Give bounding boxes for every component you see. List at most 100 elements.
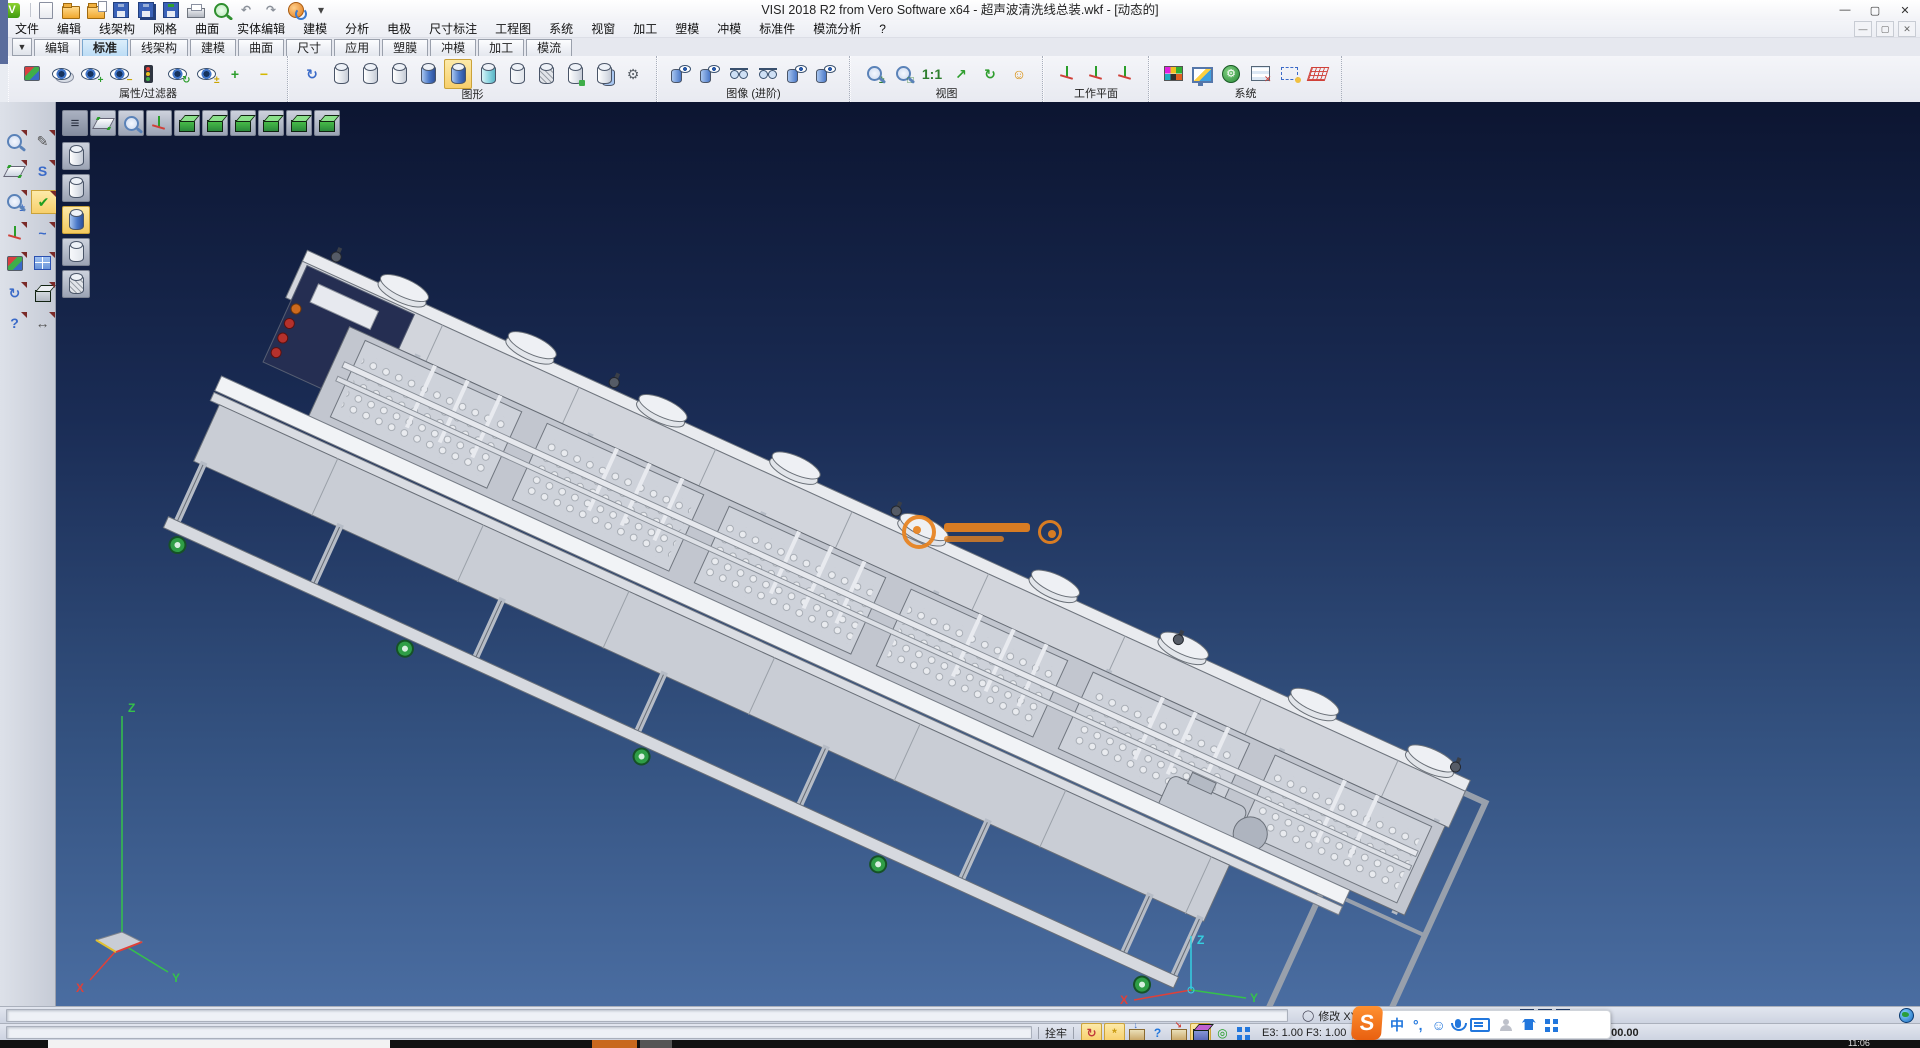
regenerate-display-icon[interactable]: ↻ bbox=[299, 60, 325, 88]
menu-item-die[interactable]: 冲模 bbox=[708, 20, 750, 38]
tab-flow[interactable]: 模流 bbox=[526, 39, 572, 56]
ghost-display-icon[interactable] bbox=[504, 60, 530, 88]
invert-visibility-icon[interactable]: ± bbox=[193, 60, 219, 88]
select-tool[interactable] bbox=[3, 130, 27, 152]
ime-skin-icon[interactable] bbox=[1522, 1019, 1536, 1030]
print-button[interactable] bbox=[186, 1, 206, 19]
fit-view-button[interactable] bbox=[90, 110, 116, 136]
history-button[interactable] bbox=[286, 1, 306, 19]
pan-view-icon[interactable]: ↗ bbox=[948, 60, 974, 88]
maximize-button[interactable]: ▢ bbox=[1860, 0, 1890, 20]
advanced-glasses-icon[interactable] bbox=[726, 60, 752, 88]
menu-item-mesh[interactable]: 网格 bbox=[144, 20, 186, 38]
menu-item-standard-parts[interactable]: 标准件 bbox=[750, 20, 804, 38]
tab-edit[interactable]: 编辑 bbox=[34, 39, 80, 56]
filter-traffic-light-icon[interactable] bbox=[135, 60, 161, 88]
help-tool[interactable]: ? bbox=[3, 312, 27, 334]
menu-item-analysis[interactable]: 分析 bbox=[336, 20, 378, 38]
ime-person-icon[interactable] bbox=[1499, 1019, 1513, 1031]
menu-item-window[interactable]: 视窗 bbox=[582, 20, 624, 38]
zoom-tool[interactable]: ± bbox=[3, 190, 27, 212]
multi-solid-display-icon[interactable] bbox=[591, 60, 617, 88]
taskbar-window-segment[interactable] bbox=[48, 1040, 390, 1048]
display-hidden-button[interactable] bbox=[62, 174, 90, 202]
system-tools-icon[interactable] bbox=[1218, 60, 1244, 88]
import-file-button[interactable] bbox=[86, 1, 106, 19]
curve-edit-tool[interactable]: ~ bbox=[31, 222, 55, 244]
spline-tool[interactable]: S bbox=[31, 160, 55, 182]
menu-item-dimension[interactable]: 尺寸标注 bbox=[420, 20, 486, 38]
display-wireframe-button[interactable] bbox=[62, 142, 90, 170]
grid-settings-icon[interactable] bbox=[1305, 60, 1331, 88]
undo-button[interactable]: ↶ bbox=[236, 1, 256, 19]
show-selected-icon[interactable]: + bbox=[77, 60, 103, 88]
open-file-button[interactable] bbox=[61, 1, 81, 19]
menu-item-drawing[interactable]: 工程图 bbox=[486, 20, 540, 38]
ime-emoji-icon[interactable]: ☺ bbox=[1432, 1018, 1446, 1032]
menu-item-modeling[interactable]: 建模 bbox=[294, 20, 336, 38]
view-left-button[interactable] bbox=[286, 110, 312, 136]
workplane-origin-icon[interactable] bbox=[1054, 60, 1080, 88]
status-help-icon[interactable]: ? bbox=[1148, 1024, 1167, 1041]
lock-label[interactable]: 拴牢 bbox=[1045, 1025, 1067, 1041]
refresh-tool[interactable]: ↻ bbox=[3, 282, 27, 304]
view-top-button[interactable] bbox=[174, 110, 200, 136]
plane-select-tool[interactable] bbox=[3, 160, 27, 182]
ime-punct-icon[interactable]: °, bbox=[1413, 1018, 1423, 1032]
display-settings-icon[interactable] bbox=[1189, 60, 1215, 88]
command-input-field[interactable] bbox=[6, 1026, 1032, 1039]
dashed-line-display-icon[interactable] bbox=[386, 60, 412, 88]
menu-item-help[interactable]: ? bbox=[870, 20, 895, 38]
minimize-button[interactable]: — bbox=[1830, 0, 1860, 20]
hide-selected-icon[interactable]: − bbox=[106, 60, 132, 88]
menu-item-surface[interactable]: 曲面 bbox=[186, 20, 228, 38]
display-options-icon[interactable]: ⚙ bbox=[620, 60, 646, 88]
view-iso-button[interactable] bbox=[314, 110, 340, 136]
tab-application[interactable]: 应用 bbox=[334, 39, 380, 56]
color-palette-icon[interactable] bbox=[1160, 60, 1186, 88]
view-front-button[interactable] bbox=[230, 110, 256, 136]
advanced-render-1-icon[interactable] bbox=[668, 60, 694, 88]
tab-surface[interactable]: 曲面 bbox=[238, 39, 284, 56]
refresh-view-icon[interactable]: ↻ bbox=[977, 60, 1003, 88]
move-tool[interactable] bbox=[3, 222, 27, 244]
taskbar-app-segment[interactable] bbox=[640, 1040, 672, 1048]
save-as-button[interactable] bbox=[136, 1, 156, 19]
tab-mould[interactable]: 塑膜 bbox=[382, 39, 428, 56]
advanced-render-2-icon[interactable] bbox=[697, 60, 723, 88]
menu-item-electrode[interactable]: 电极 bbox=[378, 20, 420, 38]
menu-item-flow-analysis[interactable]: 模流分析 bbox=[804, 20, 870, 38]
tab-die[interactable]: 冲模 bbox=[430, 39, 476, 56]
advanced-solid-eye-icon[interactable] bbox=[784, 60, 810, 88]
tab-modeling[interactable]: 建模 bbox=[190, 39, 236, 56]
zoom-in-out-icon[interactable]: ± bbox=[861, 60, 887, 88]
viewport-3d[interactable]: ≡ Z X Y Z X Y bbox=[56, 102, 1920, 1006]
menu-item-mould[interactable]: 塑模 bbox=[666, 20, 708, 38]
advanced-compare-icon[interactable] bbox=[813, 60, 839, 88]
edit-tool[interactable]: ✎ bbox=[31, 130, 55, 152]
status-snap-icon[interactable]: ◎ bbox=[1213, 1024, 1232, 1041]
view-back-button[interactable] bbox=[258, 110, 284, 136]
refresh-visibility-icon[interactable]: ↻ bbox=[164, 60, 190, 88]
taskbar-app-segment[interactable] bbox=[592, 1040, 637, 1048]
paint-attributes-icon[interactable] bbox=[19, 60, 45, 88]
ime-mic-icon[interactable] bbox=[1455, 1022, 1461, 1028]
menu-item-edit[interactable]: 编辑 bbox=[48, 20, 90, 38]
measure-tool[interactable]: ↔ bbox=[31, 312, 55, 334]
zoom-1-1-icon[interactable]: 1:1 bbox=[919, 60, 945, 88]
hidden-line-display-icon[interactable] bbox=[357, 60, 383, 88]
quick-access-dropdown[interactable]: ▾ bbox=[311, 1, 331, 19]
tab-dimension[interactable]: 尺寸 bbox=[286, 39, 332, 56]
menu-item-wireframe[interactable]: 线架构 bbox=[90, 20, 144, 38]
wireframe-display-icon[interactable] bbox=[328, 60, 354, 88]
advanced-eyes-icon[interactable] bbox=[755, 60, 781, 88]
layer-manager-icon[interactable] bbox=[1247, 60, 1273, 88]
clipped-display-icon[interactable] bbox=[562, 60, 588, 88]
window-grid-tool[interactable] bbox=[31, 252, 55, 274]
tab-overflow-dropdown[interactable]: ▼ bbox=[12, 38, 32, 56]
cube-view-tool[interactable] bbox=[31, 282, 55, 304]
status-grid-icon[interactable] bbox=[1234, 1024, 1253, 1041]
preview-button[interactable] bbox=[211, 1, 231, 19]
hide-all-icon[interactable]: − bbox=[251, 60, 277, 88]
tab-wireframe[interactable]: 线架构 bbox=[130, 39, 188, 56]
